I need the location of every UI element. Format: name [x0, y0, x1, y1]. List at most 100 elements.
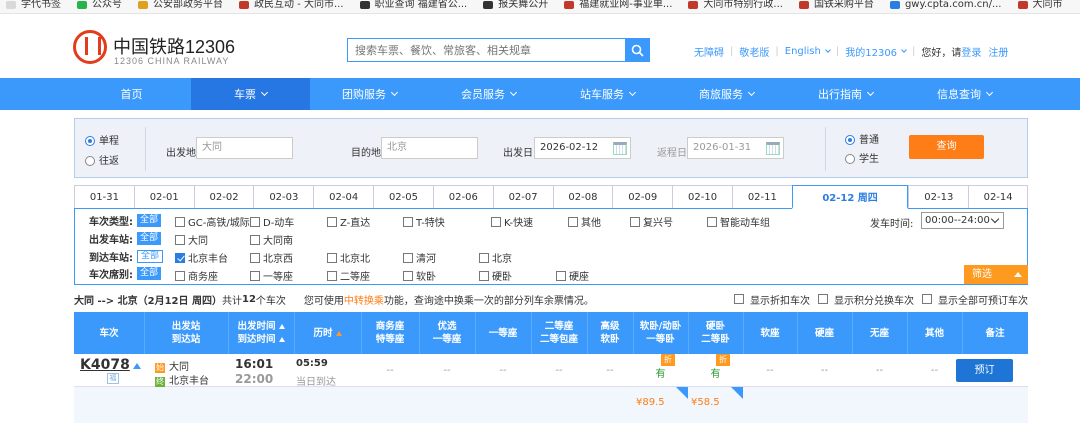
bookmark-item[interactable]: 公安部政务平台: [138, 0, 223, 10]
login-link[interactable]: 登录: [961, 44, 981, 59]
filter-option[interactable]: D-动车: [250, 214, 294, 229]
col-label: 高级: [600, 321, 620, 332]
date-tab[interactable]: 02-09: [612, 185, 673, 208]
divider: |: [730, 46, 734, 57]
filter-option[interactable]: 二等座: [327, 268, 370, 283]
filter-option[interactable]: Z-直达: [327, 214, 370, 229]
nav-group-service[interactable]: 团购服务: [310, 78, 429, 110]
filter-option[interactable]: 北京北: [327, 250, 370, 265]
date-tab[interactable]: 02-10: [672, 185, 732, 208]
filter-option[interactable]: 一等座: [250, 268, 293, 283]
date-tab[interactable]: 02-05: [373, 185, 433, 208]
filter-option[interactable]: 复兴号: [630, 214, 673, 229]
bookmark-item[interactable]: 学代书签: [6, 0, 61, 10]
my12306-link[interactable]: 我的12306: [845, 44, 897, 59]
from-station-input[interactable]: 大同: [196, 137, 293, 159]
soft-sleeper-cell[interactable]: 有: [633, 365, 688, 380]
filter-option[interactable]: 清河: [403, 250, 436, 265]
date-tab[interactable]: 02-12 周四: [791, 185, 909, 209]
calendar-icon[interactable]: [613, 142, 627, 155]
elderly-mode-link[interactable]: 敬老版: [739, 44, 769, 59]
show-points-option[interactable]: 显示积分兑换车次: [818, 292, 914, 307]
date-tab[interactable]: 02-14: [968, 185, 1029, 208]
bookmark-item[interactable]: 福建就业网-事业单...: [564, 0, 672, 10]
sort-up-icon[interactable]: [335, 330, 342, 336]
filter-option[interactable]: 大同南: [250, 232, 293, 247]
one-way-radio[interactable]: 单程: [85, 132, 119, 147]
bookmark-item[interactable]: 大同市: [1017, 0, 1063, 10]
date-tab[interactable]: 02-03: [253, 185, 314, 208]
depart-time-select[interactable]: 00:00--24:00: [921, 212, 1004, 229]
bookmark-item[interactable]: 政民互动 - 大同市...: [239, 0, 344, 10]
bookmark-item[interactable]: 报关舞公开: [483, 0, 548, 10]
sort-up-icon[interactable]: [278, 337, 285, 342]
filter-option[interactable]: 软卧: [403, 268, 436, 283]
nav-station-service[interactable]: 站车服务: [548, 78, 667, 110]
filter-option[interactable]: 硬卧: [479, 268, 512, 283]
return-date-input[interactable]: 2026-01-31: [687, 137, 784, 159]
filter-option[interactable]: 商务座: [175, 268, 218, 283]
round-trip-radio[interactable]: 往返: [85, 152, 119, 167]
all-arrive-tag[interactable]: 全部: [137, 249, 164, 263]
filter-option-label: D-动车: [263, 218, 295, 229]
register-link[interactable]: 注册: [988, 44, 1008, 59]
to-station-input[interactable]: 北京: [381, 137, 478, 159]
hard-sleeper-cell[interactable]: 有: [688, 365, 743, 380]
date-tab[interactable]: 02-06: [432, 185, 493, 208]
book-button[interactable]: 预订: [956, 359, 1013, 382]
all-types-tag[interactable]: 全部: [137, 213, 162, 227]
date-tab[interactable]: 02-04: [313, 185, 374, 208]
nav-home[interactable]: 首页: [72, 78, 191, 110]
col-duration[interactable]: 历时: [294, 312, 361, 354]
results-table-header: 车次 出发站 到达站 出发时间 到达时间 历时 商务座 特等座 优选 一等座 一等座 二…: [74, 312, 1028, 354]
railway-logo-icon[interactable]: [73, 30, 107, 64]
show-all-option[interactable]: 显示全部可预订车次: [922, 292, 1028, 307]
all-seats-tag[interactable]: 全部: [137, 266, 162, 280]
language-link[interactable]: English: [785, 46, 821, 57]
date-tab[interactable]: 02-01: [133, 185, 194, 208]
search-input[interactable]: [348, 39, 625, 61]
calendar-icon[interactable]: [766, 142, 780, 155]
filter-option[interactable]: 北京: [479, 250, 512, 265]
normal-ticket-radio[interactable]: 普通: [845, 131, 879, 146]
all-depart-tag[interactable]: 全部: [137, 231, 162, 245]
col-times[interactable]: 出发时间 到达时间: [228, 312, 294, 354]
date-tab[interactable]: 02-11: [731, 185, 792, 208]
filter-option[interactable]: 硬座: [556, 268, 589, 283]
search-button[interactable]: [625, 39, 649, 61]
bookmark-item[interactable]: gwy.cpta.com.cn/...: [889, 0, 1002, 10]
filter-option[interactable]: 北京西: [250, 250, 293, 265]
query-button[interactable]: 查询: [909, 135, 984, 159]
date-tab[interactable]: 02-08: [552, 185, 613, 208]
filter-option[interactable]: T-特快: [403, 214, 445, 229]
date-tab[interactable]: 02-02: [193, 185, 254, 208]
nav-business-travel[interactable]: 商旅服务: [667, 78, 786, 110]
date-tab[interactable]: 02-07: [492, 185, 553, 208]
nav-travel-guide[interactable]: 出行指南: [786, 78, 905, 110]
show-discount-option[interactable]: 显示折扣车次: [734, 292, 810, 307]
filter-option[interactable]: 大同: [175, 232, 208, 247]
sort-up-icon[interactable]: [278, 324, 285, 329]
date-tab[interactable]: 02-13: [908, 185, 969, 208]
filter-option[interactable]: 其他: [568, 214, 601, 229]
expand-stops-icon[interactable]: [133, 363, 141, 369]
filter-button[interactable]: 筛选: [964, 265, 1028, 284]
bookmark-item[interactable]: 大同市特别行政...: [688, 0, 783, 10]
bookmark-item[interactable]: 国铁采购平台: [798, 0, 874, 10]
train-number-link[interactable]: K4078: [80, 357, 130, 373]
date-tab[interactable]: 01-31: [74, 185, 134, 208]
student-ticket-radio[interactable]: 学生: [845, 150, 879, 165]
filter-option[interactable]: GC-高铁/城际: [175, 214, 250, 229]
nav-info-query[interactable]: 信息查询: [905, 78, 1024, 110]
depart-date-input[interactable]: 2026-02-12: [534, 137, 631, 159]
nav-tickets[interactable]: 车票: [191, 78, 310, 110]
filter-option[interactable]: 智能动车组: [707, 214, 770, 229]
filter-option[interactable]: K-快速: [491, 214, 533, 229]
bookmark-item[interactable]: 公众号: [77, 0, 122, 10]
transfer-link[interactable]: 中转换乘: [344, 292, 384, 307]
nav-member-service[interactable]: 会员服务: [429, 78, 548, 110]
filter-option[interactable]: 北京丰台: [175, 250, 228, 265]
accessibility-link[interactable]: 无障碍: [694, 44, 724, 59]
bookmark-item[interactable]: 职业查询 福建省公...: [359, 0, 467, 10]
divider: |: [775, 46, 779, 57]
